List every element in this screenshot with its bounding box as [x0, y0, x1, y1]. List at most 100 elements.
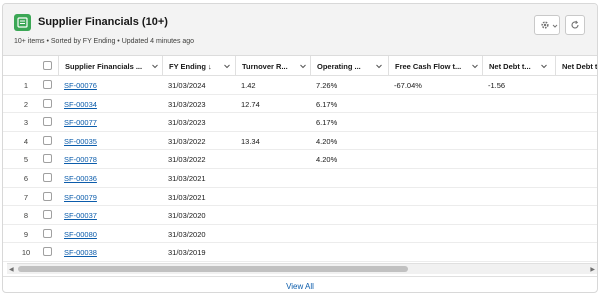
cell-operating: 6.17%	[316, 99, 338, 109]
row-checkbox[interactable]	[43, 191, 52, 201]
cell-fy: 31/03/2022	[168, 136, 206, 146]
chevron-down-icon[interactable]	[151, 62, 159, 70]
row-number: 8	[23, 211, 29, 221]
record-cell: SF-00079	[64, 193, 97, 202]
cell-fy: 31/03/2020	[168, 211, 206, 221]
record-cell: SF-00037	[64, 211, 97, 220]
row-number: 1	[23, 81, 29, 90]
view-all-link[interactable]: View All	[286, 282, 314, 291]
cell-turnover: 13.34	[241, 136, 260, 146]
row-number: 5	[23, 155, 29, 165]
row-checkbox[interactable]	[43, 247, 52, 257]
chevron-down-icon[interactable]	[299, 62, 307, 70]
row-checkbox[interactable]	[43, 80, 52, 89]
cell-fy: 31/03/2022	[168, 155, 206, 165]
table-row[interactable]: 6 SF-00036 31/03/2021	[3, 169, 597, 188]
record-link[interactable]: SF-00034	[64, 100, 97, 109]
cell-fy: 31/03/2020	[168, 229, 206, 239]
row-checkbox[interactable]	[43, 210, 52, 220]
record-cell: SF-00038	[64, 248, 97, 257]
record-link[interactable]: SF-00079	[64, 193, 97, 202]
table-row[interactable]: 3 SF-00077 31/03/2023 6.17%	[3, 113, 597, 132]
table-row[interactable]: 5 SF-00078 31/03/2022 4.20%	[3, 150, 597, 169]
row-checkbox[interactable]	[43, 117, 52, 127]
row-checkbox[interactable]	[43, 173, 52, 182]
sort-descending-icon: ↓	[208, 62, 212, 71]
scroll-left-icon[interactable]: ◀	[9, 266, 14, 273]
card-footer: View All	[3, 276, 597, 292]
card-header: Supplier Financials (10+) 10+ items • So…	[3, 4, 597, 56]
record-link[interactable]: SF-00080	[64, 230, 97, 239]
scroll-right-icon[interactable]: ▶	[590, 266, 595, 273]
record-cell: SF-00077	[64, 118, 97, 127]
record-link[interactable]: SF-00037	[64, 211, 97, 220]
table-header: Supplier Financials ... FY Ending ↓ Turn…	[3, 56, 597, 76]
gear-icon	[541, 21, 549, 29]
cell-operating: 4.20%	[316, 155, 338, 165]
cell-operating: 7.26%	[316, 81, 338, 90]
column-header-supplier-financials[interactable]: Supplier Financials ...	[58, 56, 162, 76]
table-row[interactable]: 7 SF-00079 31/03/2021	[3, 188, 597, 207]
table-row[interactable]: 4 SF-00035 31/03/2022 13.34 4.20%	[3, 132, 597, 151]
record-link[interactable]: SF-00078	[64, 155, 97, 164]
record-link[interactable]: SF-00076	[64, 81, 97, 90]
record-link[interactable]: SF-00036	[64, 174, 97, 183]
row-number: 7	[23, 192, 29, 202]
card-title[interactable]: Supplier Financials (10+)	[38, 16, 168, 28]
chevron-down-icon[interactable]	[375, 62, 383, 70]
row-checkbox[interactable]	[43, 154, 52, 164]
cell-fy: 31/03/2019	[168, 248, 206, 258]
cell-fy: 31/03/2024	[168, 81, 206, 90]
row-checkbox[interactable]	[43, 135, 52, 145]
table-row[interactable]: 10 SF-00038 31/03/2019	[3, 243, 597, 262]
record-link[interactable]: SF-00038	[64, 248, 97, 257]
cell-turnover: 1.42	[241, 81, 256, 90]
record-cell: SF-00035	[64, 137, 97, 146]
table-row[interactable]: 2 SF-00034 31/03/2023 12.74 6.17%	[3, 95, 597, 114]
chevron-down-icon[interactable]	[540, 62, 548, 70]
horizontal-scrollbar[interactable]: ◀ ▶	[7, 263, 597, 274]
settings-menu-button[interactable]	[534, 15, 560, 35]
cell-fcf: -67.04%	[394, 81, 422, 90]
cell-fy: 31/03/2023	[168, 118, 206, 128]
table-row[interactable]: 8 SF-00037 31/03/2020	[3, 206, 597, 225]
cell-fy: 31/03/2021	[168, 192, 206, 202]
chevron-down-icon	[552, 24, 558, 28]
record-cell: SF-00036	[64, 174, 97, 183]
record-cell: SF-00080	[64, 230, 97, 239]
chevron-down-icon[interactable]	[471, 62, 479, 70]
column-header-turnover[interactable]: Turnover R...	[235, 56, 310, 76]
select-all-checkbox[interactable]	[43, 61, 52, 70]
chevron-down-icon[interactable]	[223, 62, 231, 70]
row-number: 4	[23, 136, 29, 146]
row-checkbox[interactable]	[43, 98, 52, 108]
record-cell: SF-00034	[64, 100, 97, 109]
column-header-net-debt-1[interactable]: Net Debt t...	[482, 56, 555, 76]
refresh-button[interactable]	[565, 15, 585, 35]
row-number: 9	[23, 229, 29, 239]
related-list-card: Supplier Financials (10+) 10+ items • So…	[2, 3, 598, 293]
column-header-net-debt-2[interactable]: Net Debt t	[555, 56, 597, 76]
record-cell: SF-00078	[64, 155, 97, 164]
cell-operating: 4.20%	[316, 136, 338, 146]
row-number: 6	[23, 174, 29, 183]
record-cell: SF-00076	[64, 81, 97, 90]
refresh-icon	[571, 20, 579, 29]
column-header-operating[interactable]: Operating ...	[310, 56, 388, 76]
cell-operating: 6.17%	[316, 118, 338, 128]
cell-netdebt: -1.56	[488, 81, 506, 90]
scrollbar-thumb[interactable]	[18, 266, 408, 272]
list-meta-info: 10+ items • Sorted by FY Ending • Update…	[14, 38, 195, 45]
column-header-fy-ending[interactable]: FY Ending ↓	[162, 56, 235, 76]
cell-fy: 31/03/2021	[168, 174, 206, 183]
row-number: 3	[23, 118, 29, 128]
row-number: 2	[23, 99, 29, 109]
record-link[interactable]: SF-00077	[64, 118, 97, 127]
record-link[interactable]: SF-00035	[64, 137, 97, 146]
cell-turnover: 12.74	[241, 99, 260, 109]
column-header-free-cash-flow[interactable]: Free Cash Flow t...	[388, 56, 482, 76]
row-checkbox[interactable]	[43, 228, 52, 238]
table-row[interactable]: 9 SF-00080 31/03/2020	[3, 225, 597, 244]
row-number: 10	[21, 248, 31, 258]
table-row[interactable]: 1 SF-00076 31/03/2024 1.42 7.26% -67.04% -1.56	[3, 76, 597, 95]
